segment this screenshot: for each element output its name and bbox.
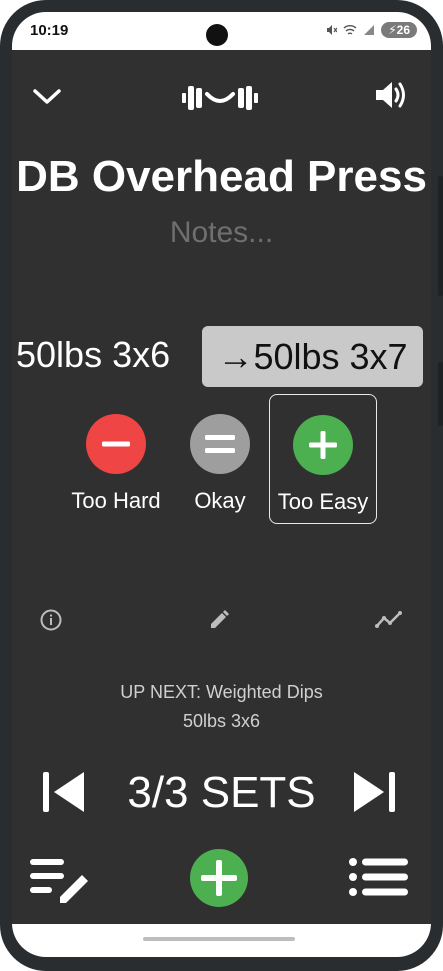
list-icon[interactable] — [348, 857, 410, 899]
status-bar: 10:19 ⚡26 — [12, 12, 431, 50]
battery-badge: ⚡26 — [381, 22, 417, 38]
up-next-exercise: UP NEXT: Weighted Dips — [120, 682, 323, 702]
front-camera — [206, 24, 228, 46]
home-indicator[interactable] — [143, 937, 295, 941]
notes-field[interactable]: Notes... — [12, 216, 431, 250]
side-button — [438, 176, 443, 296]
up-next-weight-sets: 50lbs 3x6 — [182, 711, 261, 731]
chevron-down-icon[interactable] — [32, 88, 62, 106]
status-icons: ⚡26 — [325, 22, 417, 38]
speaker-icon[interactable] — [374, 80, 408, 110]
up-next-info: UP NEXT: Weighted Dips 50lbs 3x6 — [12, 678, 431, 736]
battery-level: 26 — [396, 23, 410, 37]
next-weight-sets[interactable]: →50lbs 3x7 — [202, 326, 423, 387]
info-icon[interactable] — [39, 608, 63, 632]
exercise-title: DB Overhead Press — [16, 152, 427, 201]
trend-chart-icon[interactable] — [375, 608, 403, 632]
too-hard-label: Too Hard — [71, 488, 161, 513]
too-easy-button[interactable]: Too Easy — [269, 394, 377, 524]
status-time: 10:19 — [30, 22, 69, 39]
add-icon[interactable] — [189, 848, 249, 908]
wifi-icon — [343, 25, 357, 35]
okay-button[interactable]: Okay — [166, 394, 274, 524]
skip-next-icon[interactable] — [352, 770, 396, 814]
app-screen: 10:19 ⚡26 DB Overhead Press Notes... 50l… — [12, 12, 431, 957]
current-weight-sets: 50lbs 3x6 — [16, 334, 171, 375]
too-easy-label: Too Easy — [277, 489, 369, 514]
minus-icon — [86, 414, 146, 474]
dumbbell-smile-icon[interactable] — [180, 82, 260, 114]
side-button — [438, 362, 443, 426]
mute-icon — [327, 25, 338, 35]
too-hard-button[interactable]: Too Hard — [62, 394, 170, 524]
phone-frame: 10:19 ⚡26 DB Overhead Press Notes... 50l… — [0, 0, 443, 971]
edit-list-icon[interactable] — [30, 857, 92, 909]
equals-icon — [190, 414, 250, 474]
plus-icon — [293, 415, 353, 475]
pencil-icon[interactable] — [207, 608, 231, 632]
signal-icon — [364, 25, 375, 35]
okay-label: Okay — [194, 488, 246, 513]
